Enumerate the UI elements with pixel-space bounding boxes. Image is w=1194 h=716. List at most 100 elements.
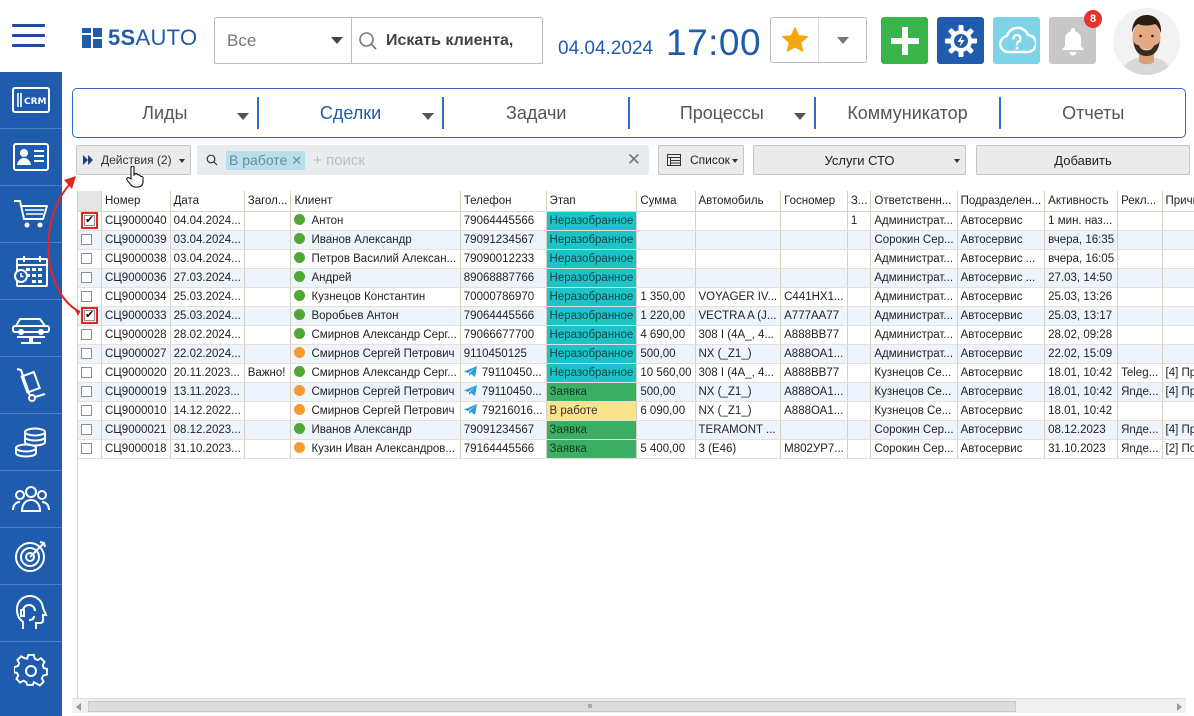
crm-icon: CRM bbox=[12, 87, 50, 113]
column-header[interactable]: Рекл... bbox=[1117, 191, 1163, 212]
column-header[interactable]: Загол... bbox=[244, 191, 292, 212]
row-checkbox[interactable] bbox=[81, 271, 92, 283]
services-select[interactable]: Услуги СТО bbox=[753, 145, 966, 175]
tab-processes[interactable]: Процессы bbox=[630, 97, 816, 129]
deal-number: СЦ9000027 bbox=[101, 344, 171, 364]
sidebar-item-service-lift[interactable] bbox=[0, 300, 62, 357]
sidebar-item-calendar[interactable] bbox=[0, 243, 62, 300]
status-dot-orange-icon bbox=[294, 347, 306, 358]
deal-sum: 500,00 bbox=[636, 344, 696, 364]
status-dot-green-icon bbox=[294, 366, 306, 377]
ad-source bbox=[1117, 287, 1163, 307]
list-view-icon bbox=[667, 154, 681, 166]
column-header[interactable]: Дата bbox=[170, 191, 245, 212]
sidebar-item-contacts[interactable] bbox=[0, 129, 62, 186]
chevron-down-icon bbox=[331, 37, 343, 44]
tab-label: Процессы bbox=[679, 102, 764, 123]
clear-filter-icon[interactable]: ✕ bbox=[627, 150, 641, 170]
responsible: Сорокин Сер... bbox=[870, 439, 958, 459]
horizontal-scrollbar[interactable] bbox=[72, 698, 1186, 713]
table-row[interactable]: СЦ9000018 31.10.2023... Кузин Иван Алексан… bbox=[78, 439, 1194, 459]
column-header[interactable]: Клиент bbox=[290, 191, 461, 212]
table-row[interactable]: СЦ900003325.03.2024... Воробьев Антон 7906… bbox=[78, 306, 1194, 326]
sidebar-item-team[interactable] bbox=[0, 471, 62, 528]
table-row[interactable]: СЦ9000028 28.02.2024... Смирнов Александр … bbox=[78, 325, 1194, 345]
column-header[interactable]: Ответственн... bbox=[870, 191, 958, 212]
favorites-button[interactable] bbox=[770, 17, 867, 63]
column-header[interactable]: Номер bbox=[101, 191, 171, 212]
car-plate bbox=[780, 249, 848, 269]
car-model: NX (_Z1_) bbox=[695, 382, 782, 402]
chevron-down-icon[interactable] bbox=[236, 113, 249, 120]
column-header[interactable]: Сумма bbox=[636, 191, 696, 212]
sidebar-item-goals[interactable] bbox=[0, 528, 62, 585]
row-checkbox[interactable] bbox=[81, 328, 92, 340]
row-checkbox[interactable] bbox=[81, 404, 92, 416]
table-row[interactable]: СЦ9000038 03.04.2024... Петров Василий Але… bbox=[78, 249, 1194, 269]
column-header[interactable]: З... bbox=[847, 191, 872, 212]
column-header[interactable]: Госномер bbox=[780, 191, 848, 212]
scroll-right-icon[interactable] bbox=[1177, 703, 1182, 711]
table-row[interactable]: СЦ9000039 03.04.2024... Иванов Александр 79… bbox=[78, 230, 1194, 250]
chevron-down-icon[interactable] bbox=[793, 113, 806, 120]
column-header[interactable]: Активность bbox=[1044, 191, 1119, 212]
remove-chip-icon[interactable]: ✕ bbox=[291, 153, 302, 168]
tab-communicator[interactable]: Коммуникатор bbox=[816, 97, 1002, 129]
filter-chip[interactable]: В работе ✕ bbox=[226, 150, 306, 170]
chevron-down-icon[interactable] bbox=[422, 113, 435, 120]
sidebar-item-finance[interactable] bbox=[0, 414, 62, 471]
row-checkbox[interactable] bbox=[81, 252, 92, 264]
column-header[interactable]: Телефон bbox=[460, 191, 547, 212]
client-phone: 79164445566 bbox=[460, 439, 547, 459]
tab-deals[interactable]: Сделки bbox=[259, 97, 445, 129]
tab-leads[interactable]: Лиды bbox=[73, 97, 259, 129]
user-avatar[interactable] bbox=[1113, 8, 1180, 75]
sidebar-item-logistics[interactable] bbox=[0, 357, 62, 414]
row-checkbox[interactable] bbox=[81, 423, 92, 435]
filter-search[interactable]: В работе ✕ + поиск ✕ bbox=[197, 145, 649, 175]
view-mode-select[interactable]: Список bbox=[658, 145, 744, 175]
table-row[interactable]: СЦ9000036 27.03.2024... Андрей 89068887766 Н… bbox=[78, 268, 1194, 288]
table-row[interactable]: СЦ900004004.04.2024... Антон 79064445566Не… bbox=[78, 211, 1194, 231]
column-header[interactable]: Подразделен... bbox=[957, 191, 1046, 212]
sidebar-item-shop[interactable] bbox=[0, 186, 62, 243]
row-checkbox[interactable] bbox=[84, 213, 95, 226]
table-row[interactable]: СЦ9000019 13.11.2023... Смирнов Сергей Пет… bbox=[78, 382, 1194, 402]
filter-input-placeholder[interactable]: + поиск bbox=[313, 152, 365, 169]
search-input[interactable]: Искать клиента, bbox=[352, 18, 542, 63]
column-header[interactable]: Причина о bbox=[1162, 191, 1194, 212]
ad-source: Яnде... bbox=[1117, 420, 1163, 440]
sidebar-item-crm[interactable]: CRM bbox=[0, 72, 62, 129]
row-checkbox[interactable] bbox=[81, 347, 92, 359]
table-row[interactable]: СЦ9000021 08.12.2023... Иванов Александр 79… bbox=[78, 420, 1194, 440]
table-row[interactable]: СЦ9000010 14.12.2022... Смирнов Сергей Пет… bbox=[78, 401, 1194, 421]
favorites-dropdown[interactable] bbox=[819, 18, 866, 62]
search-scope-select[interactable]: Все bbox=[215, 18, 352, 63]
table-row[interactable]: СЦ9000027 22.02.2024... Смирнов Сергей Пет… bbox=[78, 344, 1194, 364]
tab-reports[interactable]: Отчеты bbox=[1001, 97, 1185, 129]
scroll-left-icon[interactable] bbox=[76, 703, 81, 711]
table-row[interactable]: СЦ9000020 20.11.2023... Важно! Смирнов Алек… bbox=[78, 363, 1194, 383]
logo-mark-icon bbox=[82, 28, 102, 48]
help-button[interactable] bbox=[993, 17, 1040, 64]
table-row[interactable]: СЦ9000034 25.03.2024... Кузнецов Константи… bbox=[78, 287, 1194, 307]
settings-button[interactable] bbox=[937, 17, 984, 64]
deal-sum: 10 560,00 bbox=[636, 363, 696, 383]
row-checkbox[interactable] bbox=[81, 290, 92, 302]
add-button[interactable]: Добавить bbox=[976, 145, 1190, 175]
row-checkbox[interactable] bbox=[81, 366, 92, 378]
row-checkbox[interactable] bbox=[84, 308, 95, 321]
scrollbar-thumb[interactable] bbox=[88, 701, 1016, 712]
column-header[interactable]: Этап bbox=[546, 191, 638, 212]
row-checkbox[interactable] bbox=[81, 385, 92, 397]
row-checkbox[interactable] bbox=[81, 442, 92, 454]
column-header[interactable]: Автомобиль bbox=[695, 191, 782, 212]
deal-date: 13.11.2023... bbox=[170, 382, 245, 402]
sidebar-item-support[interactable] bbox=[0, 585, 62, 642]
reason: [4] Прове bbox=[1162, 420, 1194, 440]
row-checkbox[interactable] bbox=[81, 233, 92, 245]
main-menu-button[interactable] bbox=[12, 24, 45, 48]
sidebar-item-settings[interactable] bbox=[0, 642, 62, 699]
create-button[interactable] bbox=[881, 17, 928, 64]
tab-tasks[interactable]: Задачи bbox=[444, 97, 631, 129]
